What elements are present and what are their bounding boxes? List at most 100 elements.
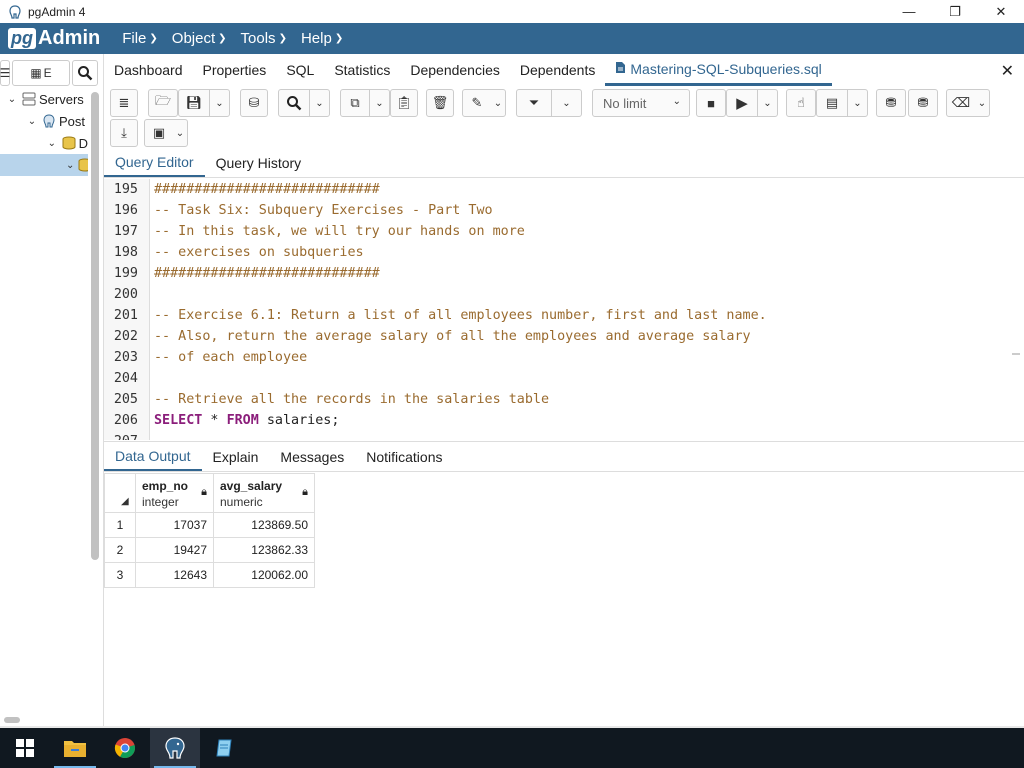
code-line: 199 ############################ — [113, 266, 380, 281]
chevron-down-icon: ⌄ — [672, 96, 681, 107]
tab-messages[interactable]: Messages — [269, 442, 355, 471]
tab-explain[interactable]: Explain — [202, 442, 270, 471]
cancel-query-button[interactable]: ■ — [696, 89, 726, 117]
chevron-down-icon[interactable]: ⌄ — [757, 90, 777, 116]
tab-notifications[interactable]: Notifications — [355, 442, 453, 471]
table-row[interactable]: 3 12643 120062.00 — [104, 563, 315, 588]
find-button[interactable]: ⌄ — [278, 89, 330, 117]
explain-button[interactable]: ☝ — [786, 89, 816, 117]
chevron-down-icon[interactable]: ⌄ — [847, 90, 867, 116]
tab-data-output[interactable]: Data Output — [104, 442, 202, 471]
query-toolbar: ≣ 🗁 💾︎ ⌄ ⛁ ⌄ ⧉ ⌄ 📋︎ 🗑︎ ✎ ⌄ ⏷ ⌄ No limit … — [104, 86, 1024, 148]
paste-button[interactable]: 📋︎ — [390, 89, 418, 117]
code-line: 196 -- Task Six: Subquery Exercises - Par… — [113, 203, 493, 218]
object-tree: ⌄ Servers ⌄ Post ⌄ D ⌄ — [0, 88, 88, 176]
chevron-down-icon[interactable]: ⌄ — [26, 116, 38, 127]
rollback-button[interactable]: ⛃ — [908, 89, 938, 117]
save-results-button[interactable]: ⛁ — [240, 89, 268, 117]
tree-item-databases[interactable]: ⌄ D — [0, 132, 88, 154]
file-explorer-icon[interactable] — [50, 728, 100, 768]
chevron-down-icon[interactable]: ⌄ — [6, 94, 18, 105]
chevron-down-icon[interactable]: ⌄ — [173, 120, 187, 146]
open-file-button[interactable]: 🗁 — [148, 89, 178, 117]
filter-label: E — [43, 66, 52, 80]
scroll-thumb[interactable] — [1012, 353, 1020, 355]
chevron-down-icon[interactable]: ⌄ — [975, 90, 989, 116]
chevron-down-icon[interactable]: ⌄ — [491, 90, 505, 116]
database-icon — [78, 158, 88, 172]
sql-editor[interactable]: 195 ############################ 196 -- Ta… — [104, 179, 1008, 440]
code-line: 207 — [104, 431, 1008, 440]
code-line: 206 SELECT * FROM salaries; — [113, 413, 340, 428]
tab-query-history[interactable]: Query History — [205, 148, 313, 177]
close-window-button[interactable]: ✕ — [978, 0, 1024, 23]
menu-bar: pg Admin File ❯ Object ❯ Tools ❯ Help ❯ — [0, 23, 1024, 54]
windows-start-icon[interactable] — [0, 728, 50, 768]
minimize-button[interactable]: — — [886, 0, 932, 23]
code-line: 205 -- Retrieve all the records in the sa… — [113, 392, 550, 407]
edit-button[interactable]: ✎ ⌄ — [462, 89, 506, 117]
chrome-icon[interactable] — [100, 728, 150, 768]
chevron-down-icon[interactable]: ⌄ — [369, 90, 389, 116]
macro-icon: ▣ — [152, 125, 166, 140]
tree-item-postgres-server[interactable]: ⌄ Post — [0, 110, 88, 132]
chevron-down-icon[interactable]: ⌄ — [66, 160, 74, 171]
row-limit-select[interactable]: No limit ⌄ — [592, 89, 690, 117]
tab-sql[interactable]: SQL — [276, 54, 324, 86]
table-row[interactable]: 1 17037 123869.50 — [104, 513, 315, 538]
delete-button[interactable]: 🗑︎ — [426, 89, 454, 117]
tab-query-editor[interactable]: Query Editor — [104, 148, 205, 177]
chevron-down-icon[interactable]: ⌄ — [309, 90, 329, 116]
menu-object[interactable]: Object ❯ — [172, 30, 227, 47]
trash-icon: 🗑︎ — [431, 95, 449, 110]
lock-icon: 🔒︎ — [201, 486, 207, 498]
chevron-down-icon[interactable]: ⌄ — [209, 90, 229, 116]
commit-button[interactable]: ⛃ — [876, 89, 906, 117]
close-tab-icon[interactable]: ✕ — [1001, 61, 1014, 81]
editor-scrollbar[interactable] — [1008, 179, 1024, 440]
menu-tools[interactable]: Tools ❯ — [241, 30, 287, 47]
copy-button[interactable]: ⧉ ⌄ — [340, 89, 390, 117]
browser-horizontal-scrollbar[interactable] — [4, 717, 20, 723]
database-rollback-icon: ⛃ — [917, 95, 929, 110]
save-file-button[interactable]: 💾︎ ⌄ — [178, 89, 230, 117]
notepad-icon[interactable] — [200, 728, 250, 768]
table-row[interactable]: 2 19427 123862.33 — [104, 538, 315, 563]
chevron-down-icon[interactable]: ⌄ — [551, 90, 581, 116]
tab-query-file[interactable]: Mastering-SQL-Subqueries.sql — [605, 54, 832, 86]
tab-dashboard[interactable]: Dashboard — [104, 54, 193, 86]
macros-button[interactable]: ▣ ⌄ — [144, 119, 188, 147]
view-data-button[interactable]: ▦ E — [12, 60, 70, 86]
chevron-down-icon[interactable]: ⌄ — [46, 138, 58, 149]
menu-help[interactable]: Help ❯ — [301, 30, 343, 47]
object-explorer-icon[interactable]: ☰ — [0, 60, 10, 86]
clear-button[interactable]: ⌫ ⌄ — [946, 89, 990, 117]
tree-item-servers[interactable]: ⌄ Servers — [0, 88, 88, 110]
tab-dependencies[interactable]: Dependencies — [400, 54, 510, 86]
code-line: 198 -- exercises on subqueries — [113, 245, 364, 260]
maximize-button[interactable]: ❐ — [932, 0, 978, 23]
list-icon: ▤ — [825, 95, 839, 110]
column-header-emp-no[interactable]: emp_no integer 🔒︎ — [136, 474, 214, 514]
execute-button[interactable]: ▶ ⌄ — [726, 89, 778, 117]
explain-analyze-button[interactable]: ▤ ⌄ — [816, 89, 868, 117]
tree-item-database-selected[interactable]: ⌄ — [0, 154, 88, 176]
browser-toolbar: ☰ ▦ E — [0, 58, 104, 88]
save-data-button[interactable]: ≣ — [110, 89, 138, 117]
select-all-cell[interactable]: ◢ — [105, 474, 136, 514]
tab-dependents[interactable]: Dependents — [510, 54, 606, 86]
tab-properties[interactable]: Properties — [193, 54, 277, 86]
file-icon — [615, 61, 626, 77]
tab-statistics[interactable]: Statistics — [324, 54, 400, 86]
pgadmin-icon[interactable] — [150, 728, 200, 768]
filter-button[interactable]: ⏷ ⌄ — [516, 89, 582, 117]
column-header-avg-salary[interactable]: avg_salary numeric 🔒︎ — [214, 474, 314, 514]
title-bar: pgAdmin 4 — ❐ ✕ — [0, 0, 1024, 23]
eraser-icon: ⌫ — [951, 95, 971, 110]
chevron-down-icon: ❯ — [218, 33, 227, 44]
download-button[interactable]: ⤓ — [110, 119, 138, 147]
menu-file[interactable]: File ❯ — [122, 30, 158, 47]
browser-vertical-scrollbar[interactable] — [91, 92, 99, 560]
save-icon: 💾︎ — [185, 95, 203, 110]
search-objects-button[interactable] — [72, 60, 98, 86]
